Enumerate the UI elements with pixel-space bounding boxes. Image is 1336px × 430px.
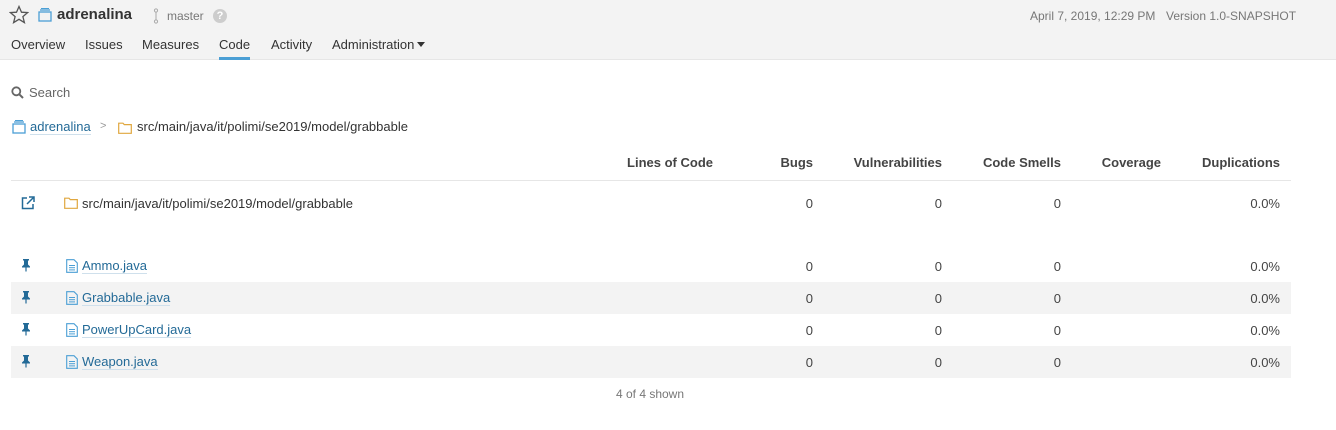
table-row: PowerUpCard.java 0 0 0 0.0% [11,314,1291,346]
pin-icon[interactable] [19,322,33,336]
cell-vulnerabilities[interactable]: 0 [935,323,942,338]
code-table: Lines of Code Bugs Vulnerabilities Code … [11,150,1291,378]
branch-icon [153,8,159,24]
project-name[interactable]: adrenalina [57,6,132,23]
top-bar: adrenalina master ? April 7, 2019, 12:29… [0,0,1336,60]
tab-issues[interactable]: Issues [85,37,123,60]
cell-code-smells[interactable]: 0 [1054,196,1061,211]
cell-duplications[interactable]: 0.0% [1250,196,1280,211]
file-link[interactable]: Ammo.java [82,258,148,274]
table-row: Ammo.java 0 0 0 0.0% [11,250,1291,282]
cell-vulnerabilities[interactable]: 0 [935,196,942,211]
tab-code[interactable]: Code [219,37,251,60]
tab-measures[interactable]: Measures [142,37,199,60]
table-header: Lines of Code Bugs Vulnerabilities Code … [11,150,1291,181]
project-version: Version 1.0-SNAPSHOT [1166,9,1297,23]
cell-code-smells[interactable]: 0 [1054,291,1061,306]
tab-administration[interactable]: Administration [332,37,426,60]
column-duplications: Duplications [1201,155,1280,170]
cell-vulnerabilities[interactable]: 0 [935,291,942,306]
branch-name: master [167,9,204,23]
pin-icon[interactable] [19,258,33,272]
project-icon [38,8,52,22]
file-icon [66,291,78,305]
project-icon [12,120,26,134]
tab-overview[interactable]: Overview [11,37,65,60]
tab-administration-label: Administration [332,37,415,52]
search-input[interactable] [29,83,429,101]
file-link[interactable]: Weapon.java [82,354,158,370]
table-row: Weapon.java 0 0 0 0.0% [11,346,1291,378]
search-icon [11,86,24,99]
file-icon [66,259,78,273]
help-icon[interactable]: ? [213,9,227,23]
base-directory-name: src/main/java/it/polimi/se2019/model/gra… [82,196,353,211]
pin-icon[interactable] [19,354,33,368]
column-vulnerabilities: Vulnerabilities [853,155,942,170]
table-spacer [11,227,1291,250]
cell-code-smells[interactable]: 0 [1054,355,1061,370]
cell-bugs[interactable]: 0 [806,323,813,338]
cell-duplications[interactable]: 0.0% [1250,259,1280,274]
items-shown-count: 4 of 4 shown [615,387,685,401]
cell-code-smells[interactable]: 0 [1054,259,1061,274]
table-row: Grabbable.java 0 0 0 0.0% [11,282,1291,314]
file-link[interactable]: Grabbable.java [82,290,171,306]
breadcrumb-project-link[interactable]: adrenalina [30,119,91,135]
column-code-smells: Code Smells [982,155,1061,170]
cell-vulnerabilities[interactable]: 0 [935,259,942,274]
cell-bugs[interactable]: 0 [806,259,813,274]
cell-code-smells[interactable]: 0 [1054,323,1061,338]
cell-bugs[interactable]: 0 [806,291,813,306]
folder-icon [118,122,132,134]
column-coverage: Coverage [1101,155,1161,170]
file-icon [66,323,78,337]
analysis-date: April 7, 2019, 12:29 PM [1030,9,1156,23]
favorite-star-icon[interactable] [9,5,29,25]
cell-duplications[interactable]: 0.0% [1250,355,1280,370]
breadcrumb-separator: > [100,120,107,132]
breadcrumb-current-path: src/main/java/it/polimi/se2019/model/gra… [137,119,408,134]
tab-activity[interactable]: Activity [271,37,312,60]
cell-bugs[interactable]: 0 [806,355,813,370]
base-directory-row: src/main/java/it/polimi/se2019/model/gra… [11,181,1291,227]
column-bugs: Bugs [780,155,814,170]
caret-down-icon [417,42,426,47]
column-lines-of-code: Lines of Code [627,155,713,170]
folder-icon [64,197,78,209]
cell-vulnerabilities[interactable]: 0 [935,355,942,370]
cell-duplications[interactable]: 0.0% [1250,323,1280,338]
external-link-icon[interactable] [21,196,35,210]
file-link[interactable]: PowerUpCard.java [82,322,192,338]
pin-icon[interactable] [19,290,33,304]
file-icon [66,355,78,369]
cell-duplications[interactable]: 0.0% [1250,291,1280,306]
cell-bugs[interactable]: 0 [806,196,813,211]
